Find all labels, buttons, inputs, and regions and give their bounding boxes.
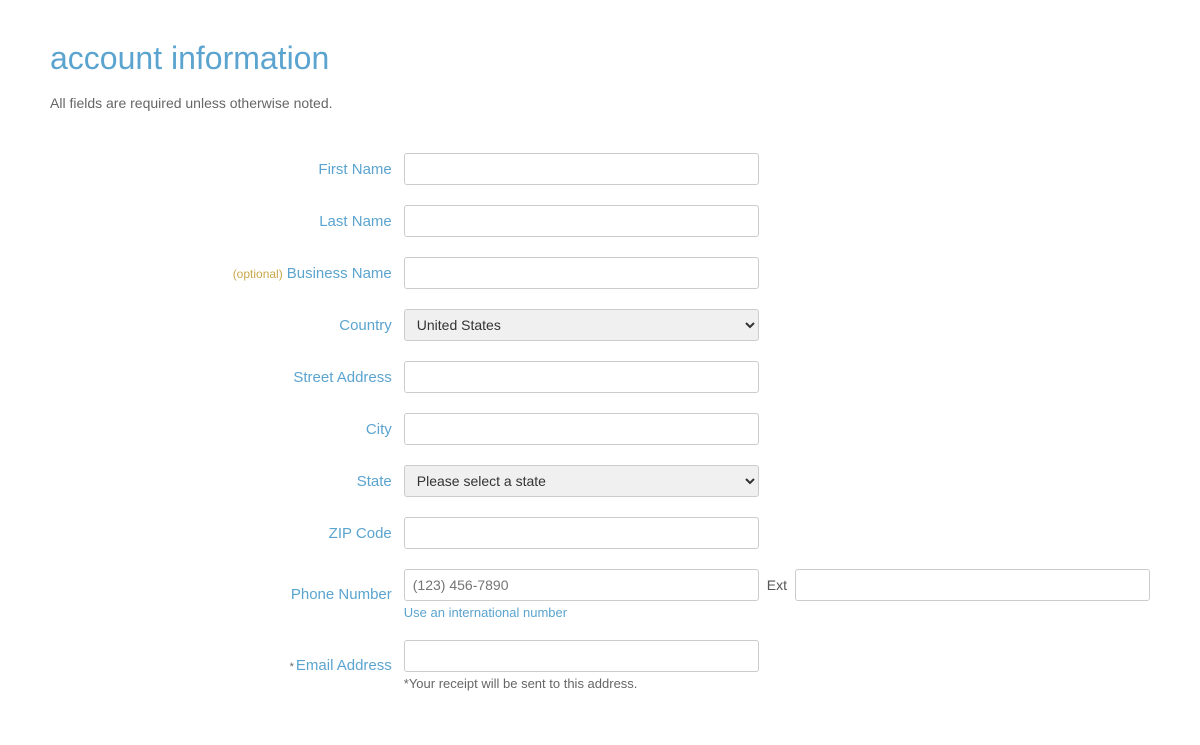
business-name-input[interactable] — [404, 257, 759, 289]
street-address-input-cell — [404, 355, 1150, 399]
city-label: City — [50, 407, 404, 451]
state-input-cell: Please select a state Alabama Alaska Ari… — [404, 459, 1150, 503]
business-name-input-cell — [404, 251, 1150, 295]
page-subtitle: All fields are required unless otherwise… — [50, 95, 1150, 111]
state-row: State Please select a state Alabama Alas… — [50, 459, 1150, 503]
state-select[interactable]: Please select a state Alabama Alaska Ari… — [404, 465, 759, 497]
account-form: First Name Last Name (optional)Business … — [50, 139, 1150, 705]
email-receipt-text: *Your receipt will be sent to this addre… — [404, 676, 1150, 691]
phone-help-text[interactable]: Use an international number — [404, 605, 1150, 620]
zip-code-label: ZIP Code — [50, 511, 404, 555]
city-input[interactable] — [404, 413, 759, 445]
phone-number-row: Phone Number Ext Use an international nu… — [50, 563, 1150, 626]
email-label: *Email Address — [50, 634, 404, 697]
last-name-row: Last Name — [50, 199, 1150, 243]
ext-label: Ext — [767, 577, 787, 593]
street-address-row: Street Address — [50, 355, 1150, 399]
country-select[interactable]: United States Canada United Kingdom Aust… — [404, 309, 759, 341]
country-row: Country United States Canada United King… — [50, 303, 1150, 347]
last-name-label: Last Name — [50, 199, 404, 243]
city-input-cell — [404, 407, 1150, 451]
first-name-input[interactable] — [404, 153, 759, 185]
optional-tag: (optional) — [233, 267, 283, 281]
business-name-row: (optional)Business Name — [50, 251, 1150, 295]
country-input-cell: United States Canada United Kingdom Aust… — [404, 303, 1150, 347]
email-input[interactable] — [404, 640, 759, 672]
phone-number-label: Phone Number — [50, 563, 404, 626]
email-input-cell: *Your receipt will be sent to this addre… — [404, 634, 1150, 697]
last-name-input-cell — [404, 199, 1150, 243]
city-row: City — [50, 407, 1150, 451]
email-label-note: * — [290, 661, 294, 673]
phone-number-input-cell: Ext Use an international number — [404, 563, 1150, 626]
zip-code-input[interactable] — [404, 517, 759, 549]
page-title: account information — [50, 40, 1150, 77]
phone-number-input[interactable] — [404, 569, 759, 601]
phone-wrapper: Ext — [404, 569, 1150, 601]
last-name-input[interactable] — [404, 205, 759, 237]
email-row: *Email Address *Your receipt will be sen… — [50, 634, 1150, 697]
street-address-label: Street Address — [50, 355, 404, 399]
first-name-label: First Name — [50, 147, 404, 191]
phone-ext-input[interactable] — [795, 569, 1150, 601]
street-address-input[interactable] — [404, 361, 759, 393]
first-name-row: First Name — [50, 147, 1150, 191]
state-label: State — [50, 459, 404, 503]
business-name-label: (optional)Business Name — [50, 251, 404, 295]
country-label: Country — [50, 303, 404, 347]
first-name-input-cell — [404, 147, 1150, 191]
zip-code-row: ZIP Code — [50, 511, 1150, 555]
zip-code-input-cell — [404, 511, 1150, 555]
